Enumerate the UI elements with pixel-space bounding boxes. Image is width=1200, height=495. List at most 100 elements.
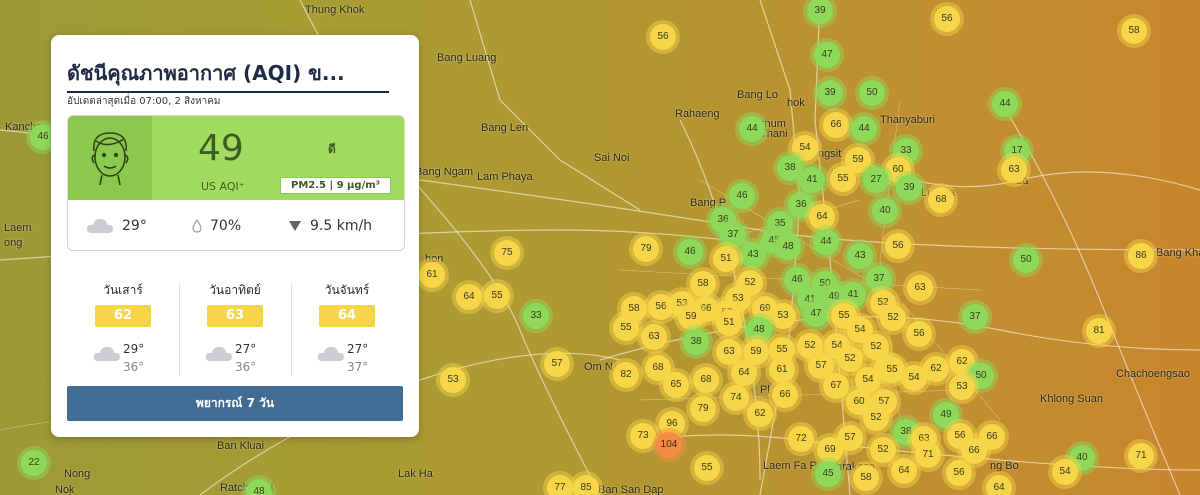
aqi-station-marker[interactable]: 52 bbox=[870, 437, 896, 463]
aqi-station-marker[interactable]: 39 bbox=[896, 175, 922, 201]
aqi-station-marker[interactable]: 51 bbox=[713, 246, 739, 272]
aqi-station-marker[interactable]: 56 bbox=[906, 321, 932, 347]
aqi-station-marker[interactable]: 68 bbox=[928, 187, 954, 213]
aqi-station-marker[interactable]: 73 bbox=[630, 423, 656, 449]
panel-title[interactable]: ดัชนีคุณภาพอากาศ (AQI) ข... bbox=[67, 57, 389, 93]
aqi-station-marker[interactable]: 56 bbox=[934, 6, 960, 32]
place-label: Rahaeng bbox=[675, 108, 720, 120]
aqi-station-marker[interactable]: 63 bbox=[907, 275, 933, 301]
forecast-day[interactable]: วันอาทิตย์ 63 27° 36° bbox=[179, 275, 291, 383]
aqi-station-marker[interactable]: 41 bbox=[799, 167, 825, 193]
aqi-station-marker[interactable]: 27 bbox=[863, 167, 889, 193]
aqi-station-marker[interactable]: 62 bbox=[747, 401, 773, 427]
aqi-station-marker[interactable]: 79 bbox=[633, 236, 659, 262]
aqi-station-marker[interactable]: 44 bbox=[851, 116, 877, 142]
cloud-icon bbox=[205, 347, 232, 361]
aqi-station-marker[interactable]: 65 bbox=[663, 372, 689, 398]
aqi-station-marker[interactable]: 71 bbox=[1128, 443, 1154, 469]
aqi-station-marker[interactable]: 37 bbox=[720, 222, 746, 248]
aqi-station-marker[interactable]: 58 bbox=[853, 465, 879, 491]
aqi-station-marker[interactable]: 81 bbox=[1086, 318, 1112, 344]
aqi-station-marker[interactable]: 71 bbox=[915, 442, 941, 468]
aqi-station-marker[interactable]: 56 bbox=[650, 24, 676, 50]
forecast-list: วันเสาร์ 62 29° 36° วันอาทิตย์ 63 27° 36° วันจัน… bbox=[67, 275, 403, 383]
aqi-station-marker[interactable]: 37 bbox=[962, 304, 988, 330]
aqi-station-marker[interactable]: 79 bbox=[690, 396, 716, 422]
aqi-station-marker[interactable]: 69 bbox=[817, 437, 843, 463]
aqi-station-marker[interactable]: 53 bbox=[770, 303, 796, 329]
aqi-station-marker[interactable]: 62 bbox=[923, 356, 949, 382]
aqi-station-marker[interactable]: 85 bbox=[573, 475, 599, 495]
aqi-band: 49 US AQI⁺ ดี PM2.5 | 9 µg/m³ bbox=[68, 116, 404, 200]
aqi-station-marker[interactable]: 55 bbox=[694, 455, 720, 481]
aqi-station-marker[interactable]: 45 bbox=[815, 461, 841, 487]
aqi-station-marker[interactable]: 44 bbox=[739, 116, 765, 142]
aqi-station-marker[interactable]: 55 bbox=[830, 166, 856, 192]
aqi-station-marker[interactable]: 46 bbox=[729, 183, 755, 209]
aqi-station-marker[interactable]: 40 bbox=[872, 198, 898, 224]
aqi-station-marker[interactable]: 66 bbox=[772, 382, 798, 408]
aqi-station-marker[interactable]: 54 bbox=[1052, 459, 1078, 485]
aqi-station-marker[interactable]: 56 bbox=[885, 233, 911, 259]
aqi-station-marker[interactable]: 72 bbox=[788, 426, 814, 452]
aqi-station-marker[interactable]: 47 bbox=[803, 301, 829, 327]
aqi-station-marker[interactable]: 67 bbox=[823, 373, 849, 399]
aqi-station-marker[interactable]: 63 bbox=[641, 324, 667, 350]
aqi-station-marker[interactable]: 37 bbox=[866, 266, 892, 292]
aqi-station-marker[interactable]: 57 bbox=[544, 351, 570, 377]
aqi-station-marker[interactable]: 43 bbox=[847, 243, 873, 269]
aqi-station-marker[interactable]: 52 bbox=[837, 346, 863, 372]
aqi-station-marker[interactable]: 104 bbox=[656, 432, 682, 458]
forecast-day[interactable]: วันจันทร์ 64 27° 37° bbox=[291, 275, 403, 383]
place-label: Lak Ha bbox=[398, 468, 433, 480]
cloud-icon bbox=[93, 347, 120, 361]
aqi-station-marker[interactable]: 58 bbox=[1121, 18, 1147, 44]
aqi-station-marker[interactable]: 63 bbox=[1001, 157, 1027, 183]
aqi-station-marker[interactable]: 55 bbox=[484, 283, 510, 309]
aqi-station-marker[interactable]: 50 bbox=[859, 80, 885, 106]
aqi-station-marker[interactable]: 64 bbox=[809, 204, 835, 230]
aqi-station-marker[interactable]: 48 bbox=[775, 234, 801, 260]
aqi-station-marker[interactable]: 44 bbox=[992, 91, 1018, 117]
aqi-station-marker[interactable]: 44 bbox=[813, 229, 839, 255]
aqi-station-marker[interactable]: 64 bbox=[986, 475, 1012, 495]
aqi-station-marker[interactable]: 86 bbox=[1128, 243, 1154, 269]
aqi-station-marker[interactable]: 22 bbox=[21, 450, 47, 476]
aqi-station-marker[interactable]: 51 bbox=[716, 310, 742, 336]
aqi-station-marker[interactable]: 75 bbox=[494, 240, 520, 266]
place-label: Lam Phaya bbox=[477, 171, 533, 183]
aqi-station-marker[interactable]: 66 bbox=[961, 438, 987, 464]
aqi-station-marker[interactable]: 53 bbox=[440, 367, 466, 393]
aqi-station-marker[interactable]: 82 bbox=[613, 362, 639, 388]
aqi-station-marker[interactable]: 77 bbox=[547, 475, 573, 495]
aqi-station-marker[interactable]: 74 bbox=[723, 385, 749, 411]
aqi-station-marker[interactable]: 64 bbox=[891, 458, 917, 484]
aqi-station-marker[interactable]: 56 bbox=[946, 460, 972, 486]
aqi-station-marker[interactable]: 68 bbox=[693, 367, 719, 393]
7-day-forecast-button[interactable]: พยากรณ์ 7 วัน bbox=[67, 386, 403, 421]
forecast-temp-high: 27° bbox=[347, 342, 369, 356]
aqi-station-marker[interactable]: 53 bbox=[949, 374, 975, 400]
aqi-station-marker[interactable]: 61 bbox=[419, 262, 445, 288]
aqi-station-marker[interactable]: 66 bbox=[823, 112, 849, 138]
cloud-icon bbox=[86, 219, 113, 233]
aqi-info-panel: ดัชนีคุณภาพอากาศ (AQI) ข... อัปเดตล่าสุด… bbox=[51, 35, 419, 437]
aqi-station-marker[interactable]: 39 bbox=[817, 80, 843, 106]
aqi-station-marker[interactable]: 47 bbox=[814, 42, 840, 68]
aqi-station-marker[interactable]: 55 bbox=[613, 315, 639, 341]
aqi-station-marker[interactable]: 46 bbox=[677, 239, 703, 265]
aqi-station-marker[interactable]: 50 bbox=[1013, 247, 1039, 273]
aqi-station-marker[interactable]: 43 bbox=[740, 242, 766, 268]
aqi-station-marker[interactable]: 38 bbox=[683, 329, 709, 355]
aqi-station-marker[interactable]: 59 bbox=[678, 304, 704, 330]
aqi-station-marker[interactable]: 64 bbox=[456, 284, 482, 310]
aqi-station-marker[interactable]: 52 bbox=[880, 305, 906, 331]
aqi-station-marker[interactable]: 33 bbox=[523, 303, 549, 329]
wind-value: 9.5 km/h bbox=[310, 218, 373, 234]
forecast-temp-high: 27° bbox=[235, 342, 257, 356]
forecast-day[interactable]: วันเสาร์ 62 29° 36° bbox=[67, 275, 179, 383]
aqi-station-marker[interactable]: 64 bbox=[731, 360, 757, 386]
aqi-station-marker[interactable]: 61 bbox=[769, 357, 795, 383]
aqi-station-marker[interactable]: 58 bbox=[690, 271, 716, 297]
aqi-station-marker[interactable]: 52 bbox=[863, 405, 889, 431]
